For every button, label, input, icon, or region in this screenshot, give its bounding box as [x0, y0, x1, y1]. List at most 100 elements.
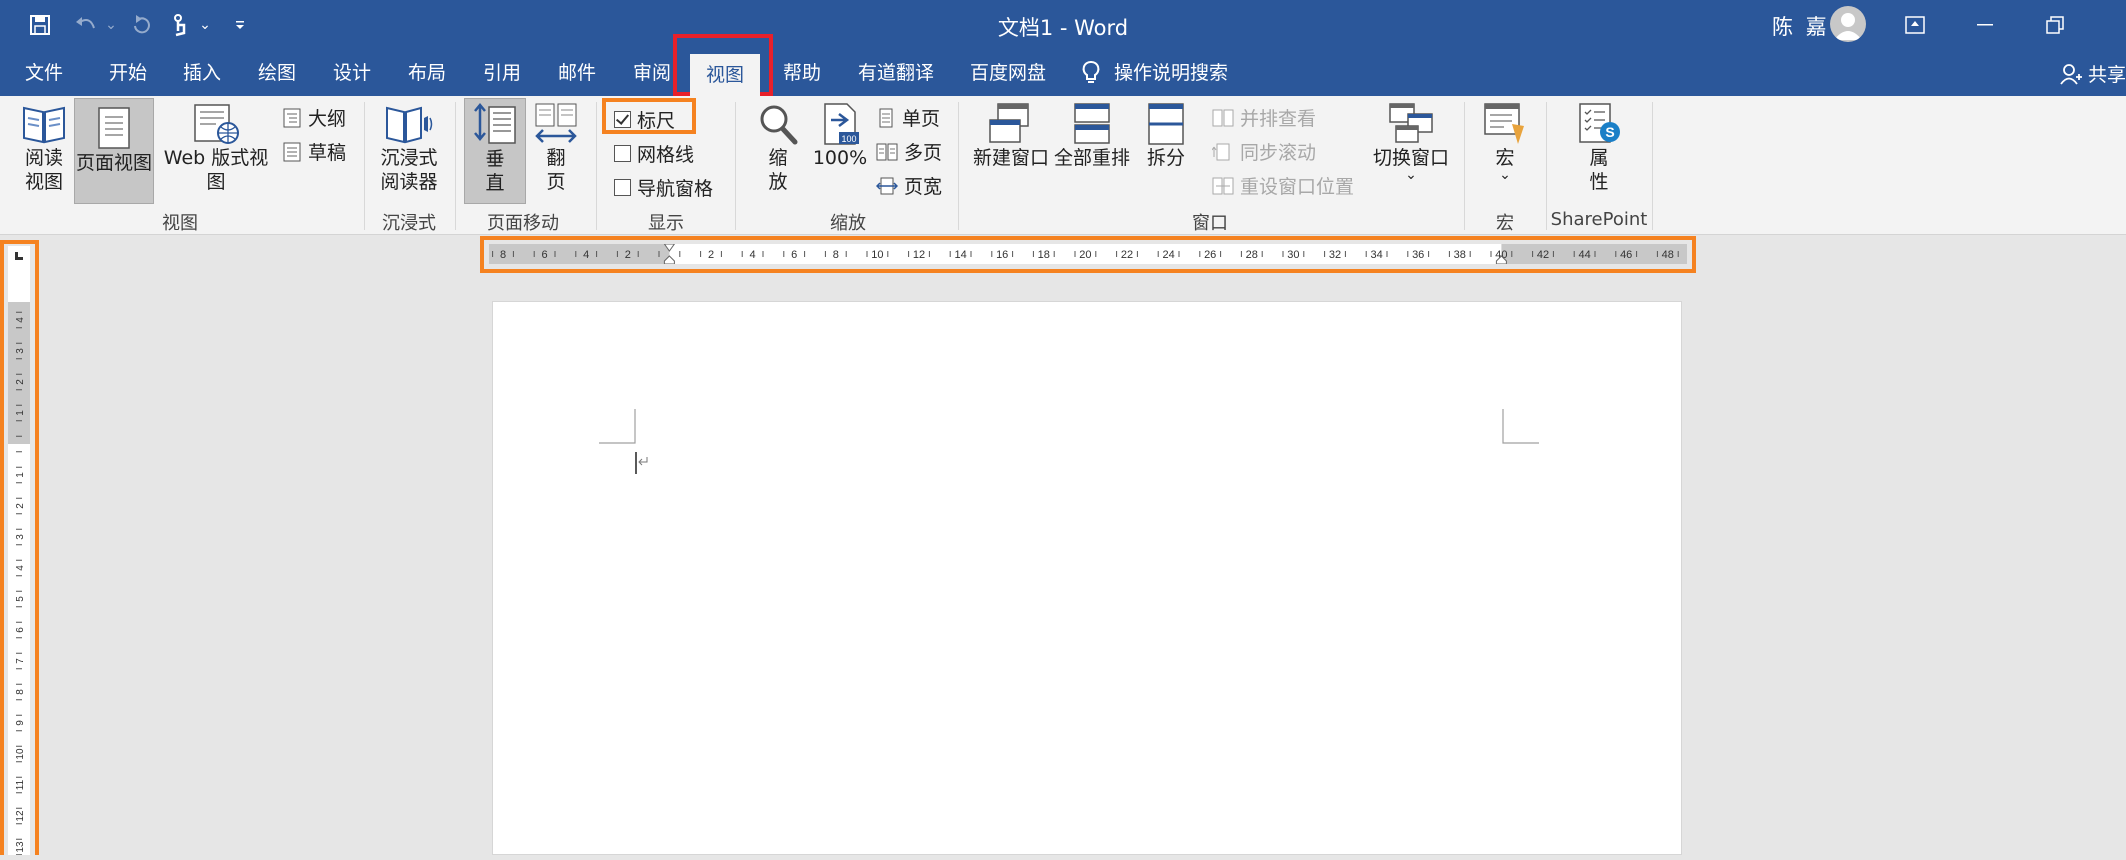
draft-button[interactable]: 草稿: [282, 138, 346, 165]
vertical-label: 垂 直: [485, 148, 505, 194]
arrange-all-icon: [1074, 103, 1110, 144]
tab-home[interactable]: 开始: [109, 50, 147, 96]
reset-position-icon: [1212, 177, 1234, 194]
tab-design[interactable]: 设计: [333, 50, 371, 96]
show-group-label: 显示: [648, 213, 684, 234]
outline-icon: [283, 108, 301, 127]
navigation-pane-check-icon: [614, 179, 631, 196]
split-label: 拆分: [1146, 147, 1185, 169]
page-movement-group-label: 页面移动: [487, 213, 559, 234]
window-group-label: 窗口: [1192, 213, 1228, 234]
zoom-group-label: 缩放: [830, 213, 866, 234]
side-to-side-icon: [535, 103, 577, 143]
read-mode-button[interactable]: 阅读 视图: [14, 102, 74, 194]
tab-file[interactable]: 文件: [25, 50, 63, 96]
tab-mailings[interactable]: 邮件: [558, 50, 596, 96]
group-separator: [455, 102, 456, 230]
gridlines-checkbox[interactable]: 网格线: [614, 140, 694, 167]
split-button[interactable]: 拆分: [1138, 102, 1194, 170]
document-page[interactable]: [492, 301, 1682, 855]
ribbon: 阅读 视图 页面视图 Web 版式视图 大纲 草稿 视图 沉浸式 阅读器 沉浸式…: [0, 96, 2126, 235]
tell-me-search[interactable]: 操作说明搜索: [1082, 50, 1228, 96]
new-window-button[interactable]: 新建窗口: [968, 102, 1054, 170]
one-page-label: 单页: [902, 108, 941, 130]
macros-group-label: 宏: [1496, 213, 1514, 234]
group-separator: [364, 102, 365, 230]
tab-youdao-translate[interactable]: 有道翻译: [858, 50, 934, 96]
switch-windows-dropdown-icon: ⌄: [1405, 167, 1417, 183]
zoom-label: 缩 放: [768, 147, 788, 193]
arrange-all-button[interactable]: 全部重排: [1054, 102, 1130, 170]
web-layout-button[interactable]: Web 版式视图: [156, 102, 276, 194]
arrange-all-label: 全部重排: [1054, 147, 1131, 169]
svg-text:S: S: [1605, 124, 1614, 140]
person-add-icon: [2060, 63, 2082, 85]
tab-references[interactable]: 引用: [483, 50, 521, 96]
avatar[interactable]: [1830, 6, 1866, 42]
view-side-by-side-label: 并排查看: [1240, 108, 1317, 130]
page-margin-marks: [599, 409, 1539, 474]
macros-dropdown-icon: ⌄: [1499, 167, 1511, 183]
tab-review[interactable]: 审阅: [633, 50, 671, 96]
gridlines-label: 网格线: [637, 144, 695, 166]
ruler-checkbox-highlight: [602, 98, 696, 134]
side-to-side-label: 翻 页: [546, 147, 566, 193]
zoom-100-icon: 100: [824, 103, 859, 145]
outline-button[interactable]: 大纲: [282, 104, 346, 131]
draft-label: 草稿: [308, 142, 347, 164]
user-name[interactable]: 陈 嘉: [1772, 11, 1830, 41]
minimize-icon[interactable]: [1952, 0, 2018, 50]
read-mode-icon: [23, 106, 65, 144]
ribbon-display-options-icon[interactable]: [1882, 0, 1948, 50]
view-side-by-side-button[interactable]: 并排查看: [1212, 104, 1316, 131]
share-label: 共享: [2088, 64, 2126, 86]
read-mode-label: 阅读 视图: [24, 147, 63, 193]
page-width-label: 页宽: [904, 176, 943, 198]
one-page-button[interactable]: 单页: [876, 104, 940, 131]
lightbulb-icon: [1082, 61, 1100, 83]
tab-baidu-netdisk[interactable]: 百度网盘: [970, 50, 1046, 96]
sharepoint-group-label: SharePoint: [1550, 209, 1648, 230]
properties-button[interactable]: S 属 性: [1556, 102, 1642, 194]
one-page-icon: [879, 108, 893, 127]
synchronous-scrolling-button[interactable]: 同步滚动: [1212, 138, 1316, 165]
properties-label: 属 性: [1589, 147, 1609, 193]
new-window-label: 新建窗口: [972, 147, 1049, 169]
side-to-side-button[interactable]: 翻 页: [530, 102, 582, 194]
vertical-ruler-highlight: [0, 240, 39, 855]
zoom-100-button[interactable]: 100 100%: [812, 102, 868, 170]
immersive-reader-button[interactable]: 沉浸式 阅读器: [372, 102, 446, 194]
group-separator: [1652, 102, 1653, 230]
vertical-scroll-icon: [474, 103, 516, 144]
tab-view[interactable]: 视图: [690, 54, 760, 96]
navigation-pane-checkbox[interactable]: 导航窗格: [614, 174, 713, 201]
macros-button[interactable]: 宏 ⌄: [1476, 102, 1534, 183]
immersive-reader-label: 沉浸式 阅读器: [380, 147, 438, 193]
tell-me-label: 操作说明搜索: [1114, 62, 1229, 84]
print-layout-label: 页面视图: [75, 152, 152, 174]
group-separator: [1464, 102, 1465, 230]
new-window-icon: [989, 103, 1029, 143]
immersive-reader-icon: [386, 106, 433, 144]
reset-window-position-button[interactable]: 重设窗口位置: [1212, 172, 1354, 199]
tab-help[interactable]: 帮助: [783, 50, 821, 96]
share-button[interactable]: 共享: [2060, 60, 2126, 87]
web-layout-label: Web 版式视图: [163, 147, 269, 193]
outline-label: 大纲: [308, 108, 347, 130]
switch-windows-button[interactable]: 切换窗口 ⌄: [1370, 102, 1452, 183]
tab-draw[interactable]: 绘图: [258, 50, 296, 96]
print-layout-button[interactable]: 页面视图: [74, 98, 154, 204]
switch-windows-icon: [1389, 103, 1433, 143]
tab-insert[interactable]: 插入: [183, 50, 221, 96]
multiple-pages-button[interactable]: 多页: [876, 138, 942, 165]
group-separator: [735, 102, 736, 230]
page-width-button[interactable]: 页宽: [876, 172, 942, 199]
zoom-button[interactable]: 缩 放: [748, 102, 808, 194]
vertical-button[interactable]: 垂 直: [464, 98, 526, 204]
views-group-label: 视图: [162, 213, 198, 234]
print-layout-icon: [98, 107, 130, 149]
restore-icon[interactable]: [2022, 0, 2088, 50]
horizontal-ruler-highlight: [480, 236, 1696, 273]
tab-layout[interactable]: 布局: [408, 50, 446, 96]
properties-icon: S: [1579, 103, 1620, 143]
